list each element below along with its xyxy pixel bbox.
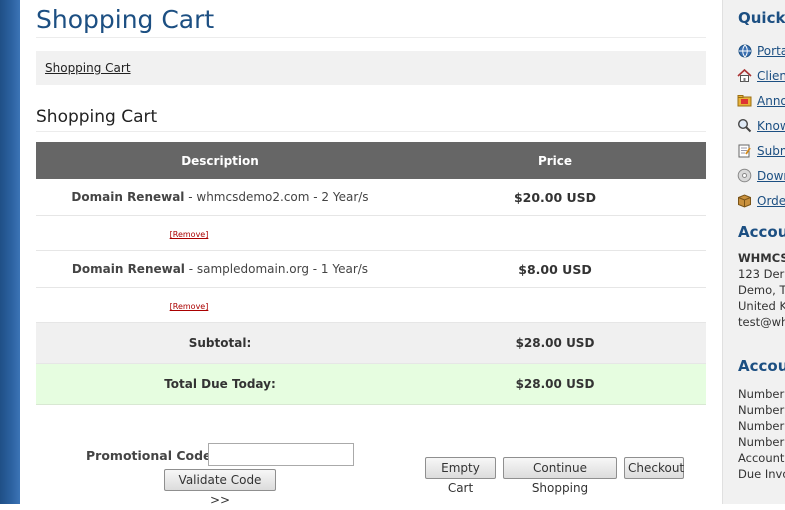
account-stat-line: Number <box>738 403 785 417</box>
magnifier-icon <box>737 118 752 133</box>
account-stat-line: Number <box>738 387 785 401</box>
continue-shopping-button[interactable]: Continue Shopping <box>503 457 617 495</box>
sidebar-link-label[interactable]: Orde <box>757 194 785 208</box>
item-remove-cell: [Remove] <box>36 215 404 251</box>
account-line: test@wh <box>738 315 785 329</box>
breadcrumb: Shopping Cart <box>36 51 706 85</box>
account-stat-line: Account <box>738 451 785 465</box>
account-line: WHMCS <box>738 251 785 265</box>
cart-remove-row: [Remove] <box>36 287 706 323</box>
sidebar-link-label[interactable]: Subm <box>757 144 785 158</box>
item-description: Domain Renewal - sampledomain.org - 1 Ye… <box>36 250 404 288</box>
sidebar-quick-title: Quick <box>738 9 785 27</box>
section-divider <box>36 131 706 132</box>
item-remove-cell: [Remove] <box>36 287 404 323</box>
folder-icon <box>737 93 752 108</box>
cart-item-row: Domain Renewal - sampledomain.org - 1 Ye… <box>36 250 706 288</box>
sidebar-link-label[interactable]: Clien <box>757 69 785 83</box>
empty-cart-button[interactable]: Empty Cart <box>425 457 496 495</box>
page-title: Shopping Cart <box>36 5 215 34</box>
subtotal-value: $28.00 USD <box>404 322 706 364</box>
notepad-icon <box>737 143 752 158</box>
account-line: Demo, T <box>738 283 785 297</box>
item-detail: - sampledomain.org - 1 Year/s <box>184 262 369 276</box>
sidebar-account-stats-title: Accou <box>738 357 785 375</box>
sidebar-link-label[interactable]: Anno <box>757 94 785 108</box>
globe-icon <box>737 43 752 58</box>
item-description: Domain Renewal - whmcsdemo2.com - 2 Year… <box>36 179 404 216</box>
home-icon <box>737 68 752 83</box>
column-header-description: Description <box>36 142 404 179</box>
item-price: $20.00 USD <box>404 179 706 216</box>
remove-item-link[interactable]: [Remove] <box>170 302 209 311</box>
sidebar-account-title: Accou <box>738 223 785 241</box>
sidebar-link-order[interactable]: Orde <box>737 188 785 213</box>
cart-item-row: Domain Renewal - whmcsdemo2.com - 2 Year… <box>36 179 706 216</box>
sidebar-link-submit-ticket[interactable]: Subm <box>737 138 785 163</box>
total-value: $28.00 USD <box>404 363 706 405</box>
account-stat-line: Number <box>738 419 785 433</box>
validate-code-button[interactable]: Validate Code >> <box>164 469 276 507</box>
cart-table: Description Price Domain Renewal - whmcs… <box>36 142 706 405</box>
total-label: Total Due Today: <box>36 363 404 405</box>
sidebar-link-portal[interactable]: Porta <box>737 38 785 63</box>
remove-item-link[interactable]: [Remove] <box>170 230 209 239</box>
account-line: 123 Der <box>738 267 785 281</box>
sidebar-link-label[interactable]: Porta <box>757 44 785 58</box>
title-divider <box>36 37 706 38</box>
sidebar-quick-links: Porta Clien Anno Know Subm <box>737 38 785 213</box>
breadcrumb-link-shopping-cart[interactable]: Shopping Cart <box>45 61 131 75</box>
sidebar-link-label[interactable]: Know <box>757 119 785 133</box>
item-name: Domain Renewal <box>71 190 185 204</box>
sidebar-link-label[interactable]: Down <box>757 169 785 183</box>
item-detail: - whmcsdemo2.com - 2 Year/s <box>184 190 369 204</box>
subtotal-row: Subtotal: $28.00 USD <box>36 322 706 364</box>
account-stat-line: Number <box>738 435 785 449</box>
column-header-price: Price <box>404 142 706 179</box>
promo-code-input[interactable] <box>208 443 354 466</box>
promo-code-label: Promotional Code <box>86 448 212 463</box>
box-icon <box>737 193 752 208</box>
account-line: United K <box>738 299 785 313</box>
section-title: Shopping Cart <box>36 107 158 127</box>
total-row: Total Due Today: $28.00 USD <box>36 363 706 405</box>
checkout-button[interactable]: Checkout <box>624 457 684 479</box>
sidebar-link-knowledgebase[interactable]: Know <box>737 113 785 138</box>
account-stat-line: Due Invo <box>738 467 785 481</box>
sidebar-link-announcements[interactable]: Anno <box>737 88 785 113</box>
sidebar-link-client[interactable]: Clien <box>737 63 785 88</box>
cart-header-row: Description Price <box>36 142 706 179</box>
cd-icon <box>737 168 752 183</box>
subtotal-label: Subtotal: <box>36 322 404 364</box>
sidebar: Quick Porta Clien Anno Know <box>722 0 785 504</box>
item-name: Domain Renewal <box>71 262 185 276</box>
cart-remove-row: [Remove] <box>36 215 706 251</box>
sidebar-link-downloads[interactable]: Down <box>737 163 785 188</box>
left-edge-bar <box>0 0 20 504</box>
item-price: $8.00 USD <box>404 250 706 288</box>
